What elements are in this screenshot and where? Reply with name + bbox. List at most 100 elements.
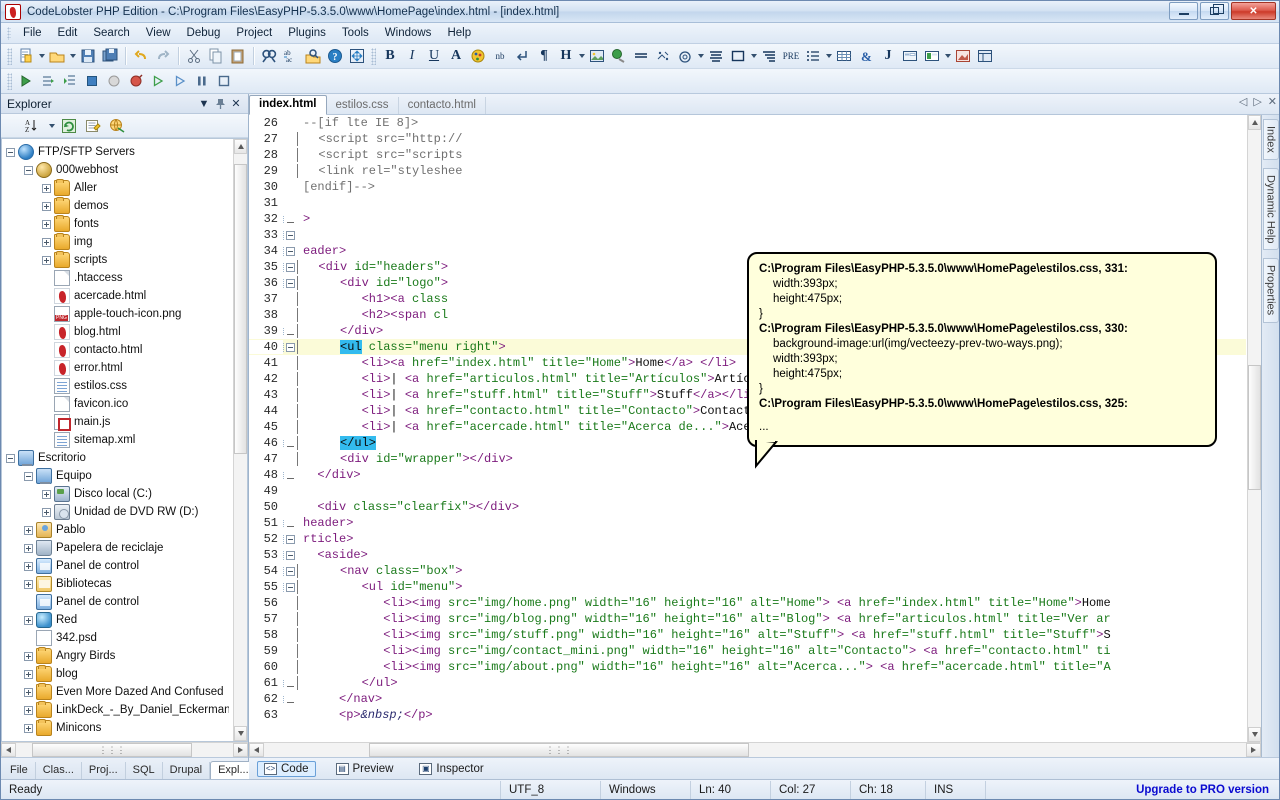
form-icon[interactable] — [899, 46, 921, 67]
tree-item[interactable]: acercade.html — [2, 287, 233, 305]
horizontal-rule-icon[interactable] — [630, 46, 652, 67]
code-line[interactable]: 59 <li><img src="img/contact_mini.png" w… — [249, 643, 1246, 659]
tree-item[interactable]: scripts — [2, 251, 233, 269]
code-line[interactable]: 28 <script src="scripts — [249, 147, 1246, 163]
code-line[interactable]: 53 <aside> — [249, 547, 1246, 563]
dock-tab-properties[interactable]: Properties — [1263, 258, 1279, 322]
tree-item[interactable]: Unidad de DVD RW (D:) — [2, 503, 233, 521]
refresh-icon[interactable] — [58, 115, 80, 136]
fold-collapse-icon[interactable] — [286, 263, 295, 272]
scroll-left-arrow[interactable] — [1, 743, 16, 757]
menu-tools[interactable]: Tools — [334, 25, 377, 41]
fold-marker[interactable] — [283, 279, 297, 288]
find-in-files-icon[interactable] — [302, 46, 324, 67]
fold-collapse-icon[interactable] — [286, 583, 295, 592]
fold-collapse-icon[interactable] — [286, 551, 295, 560]
nbsp-icon[interactable]: nb — [489, 46, 511, 67]
dock-tab-sql[interactable]: SQL — [126, 762, 163, 779]
connect-server-icon[interactable] — [106, 115, 128, 136]
paragraph-icon[interactable]: ¶ — [533, 46, 555, 67]
paste-icon[interactable] — [227, 46, 249, 67]
pre-icon[interactable]: PRE — [780, 46, 802, 67]
explorer-horizontal-scrollbar[interactable]: ⋮⋮⋮ — [1, 742, 248, 757]
fold-marker[interactable] — [283, 551, 297, 560]
fold-collapse-icon[interactable] — [286, 231, 295, 240]
code-line[interactable]: 26--[if lte IE 8]> — [249, 115, 1246, 131]
dock-tab-project[interactable]: Proj... — [82, 762, 126, 779]
editor-scroll-up-arrow[interactable] — [1248, 115, 1261, 130]
new-file-dropdown-icon[interactable] — [37, 46, 46, 67]
redo-icon[interactable] — [152, 46, 174, 67]
link-icon[interactable] — [608, 46, 630, 67]
close-panel-icon[interactable]: ✕ — [228, 96, 244, 112]
scroll-thumb[interactable] — [234, 164, 247, 454]
fold-collapse-icon[interactable] — [286, 247, 295, 256]
font-icon[interactable]: A — [445, 46, 467, 67]
tree-item[interactable]: sitemap.xml — [2, 431, 233, 449]
view-tab-preview[interactable]: ▤ Preview — [330, 762, 400, 776]
tree-item[interactable]: Papelera de reciclaje — [2, 539, 233, 557]
terminate-icon[interactable] — [213, 71, 235, 92]
stop-icon[interactable] — [81, 71, 103, 92]
view-tab-inspector[interactable]: ▣ Inspector — [413, 762, 489, 776]
upgrade-link[interactable]: Upgrade to PRO version — [1136, 784, 1279, 796]
code-line[interactable]: 51header> — [249, 515, 1246, 531]
menu-file[interactable]: File — [15, 25, 50, 41]
editor-vertical-scrollbar[interactable] — [1247, 115, 1261, 742]
fold-marker[interactable] — [283, 343, 297, 352]
save-icon[interactable] — [77, 46, 99, 67]
tree-item[interactable]: apple-touch-icon.png — [2, 305, 233, 323]
tree-item[interactable]: Equipo — [2, 467, 233, 485]
code-line[interactable]: 52rticle> — [249, 531, 1246, 547]
tree-item[interactable]: Minicons — [2, 719, 233, 737]
close-button[interactable]: ✕ — [1231, 2, 1276, 20]
sort-az-icon[interactable]: AZ — [23, 115, 45, 136]
editor-scroll-track[interactable] — [1248, 130, 1261, 727]
tree-item[interactable]: Panel de control — [2, 557, 233, 575]
pause-icon[interactable] — [191, 71, 213, 92]
tree-item[interactable]: Even More Dazed And Confused — [2, 683, 233, 701]
tree-item[interactable]: favicon.ico — [2, 395, 233, 413]
fold-marker[interactable] — [283, 583, 297, 592]
tree-expand-icon[interactable] — [42, 256, 51, 265]
heading-dropdown-icon[interactable] — [577, 46, 586, 67]
tree-item[interactable]: error.html — [2, 359, 233, 377]
menu-edit[interactable]: Edit — [50, 25, 86, 41]
code-line[interactable]: 31 — [249, 195, 1246, 211]
table-icon[interactable] — [833, 46, 855, 67]
tree-item[interactable]: Bibliotecas — [2, 575, 233, 593]
edit-properties-icon[interactable] — [82, 115, 104, 136]
tree-expand-icon[interactable] — [24, 652, 33, 661]
tree-collapse-icon[interactable] — [24, 166, 33, 175]
step-into-icon[interactable] — [59, 71, 81, 92]
tree-expand-icon[interactable] — [24, 616, 33, 625]
form-element-icon[interactable] — [921, 46, 943, 67]
open-file-dropdown-icon[interactable] — [68, 46, 77, 67]
list-dropdown-icon[interactable] — [824, 46, 833, 67]
code-line[interactable]: 58 <li><img src="img/stuff.png" width="1… — [249, 627, 1246, 643]
special-char-icon[interactable]: & — [855, 46, 877, 67]
code-line[interactable]: 30[endif]--> — [249, 179, 1246, 195]
scroll-up-arrow[interactable] — [234, 139, 247, 154]
menu-windows[interactable]: Windows — [377, 25, 440, 41]
replace-icon[interactable]: abac — [280, 46, 302, 67]
tree-expand-icon[interactable] — [42, 202, 51, 211]
tree-expand-icon[interactable] — [42, 508, 51, 517]
explorer-vertical-scrollbar[interactable] — [233, 139, 247, 741]
tree-expand-icon[interactable] — [42, 184, 51, 193]
new-file-icon[interactable] — [15, 46, 37, 67]
flash-icon[interactable] — [952, 46, 974, 67]
code-line[interactable]: 33 — [249, 227, 1246, 243]
tree-item[interactable]: fonts — [2, 215, 233, 233]
tree-item[interactable]: estilos.css — [2, 377, 233, 395]
editor-scroll-down-arrow[interactable] — [1248, 727, 1261, 742]
dock-tab-file[interactable]: File — [3, 762, 36, 779]
find-icon[interactable] — [258, 46, 280, 67]
menu-project[interactable]: Project — [228, 25, 280, 41]
tree-item[interactable]: Panel de control — [2, 593, 233, 611]
code-line[interactable]: 50 <div class="clearfix"></div> — [249, 499, 1246, 515]
tree-expand-icon[interactable] — [24, 562, 33, 571]
linebreak-icon[interactable] — [511, 46, 533, 67]
code-line[interactable]: 48 </div> — [249, 467, 1246, 483]
tree-item[interactable]: Disco local (C:) — [2, 485, 233, 503]
